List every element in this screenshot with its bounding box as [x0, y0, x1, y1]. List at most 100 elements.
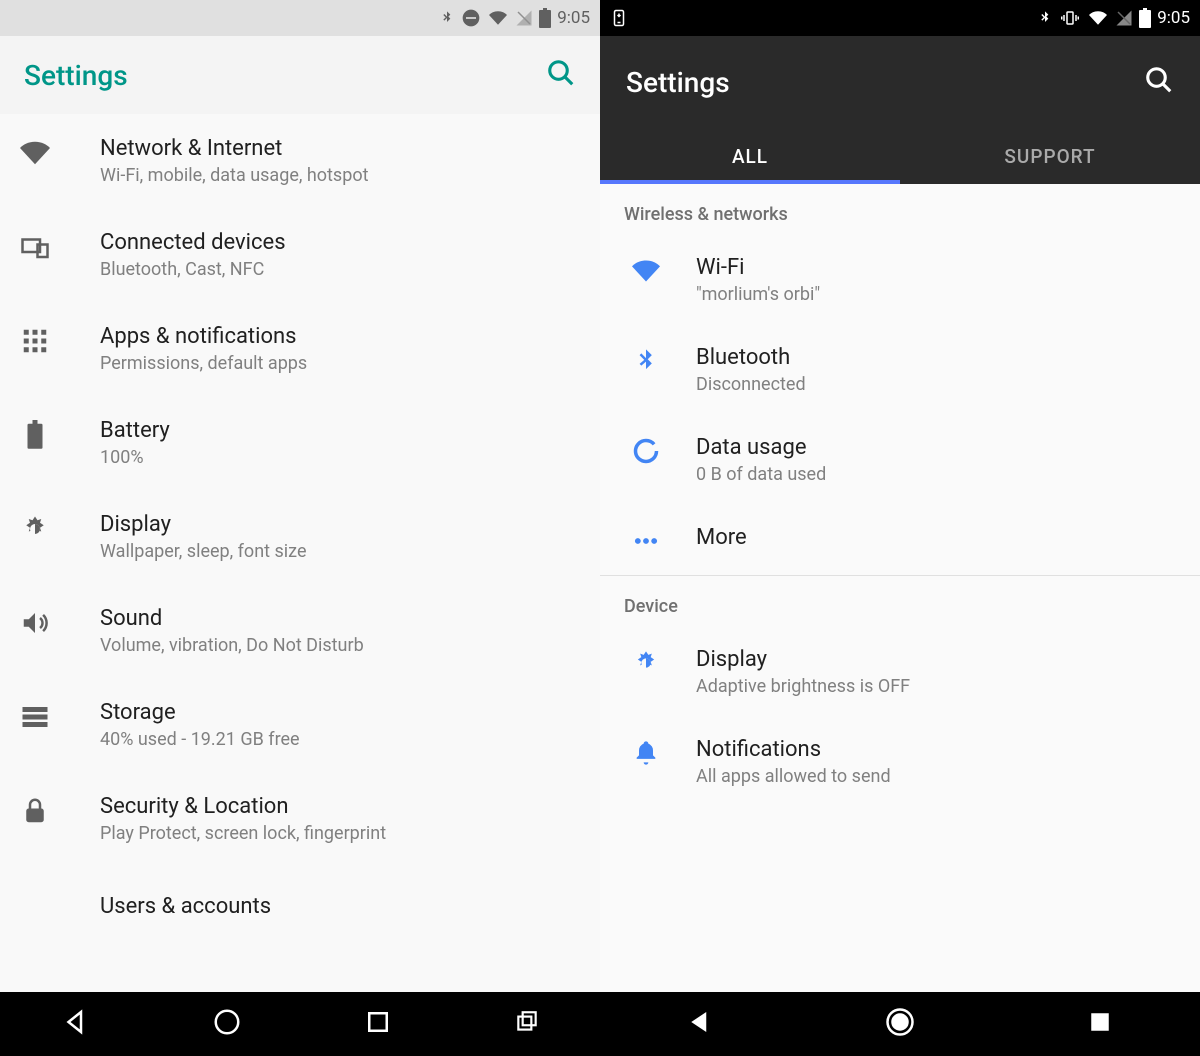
wifi-icon — [20, 138, 50, 168]
signal-icon — [1115, 9, 1133, 27]
item-sublabel: Bluetooth, Cast, NFC — [100, 259, 580, 280]
item-label: Users & accounts — [100, 894, 580, 919]
wifi-icon — [632, 257, 660, 285]
appbar-left: Settings — [0, 36, 600, 114]
item-sublabel: Adaptive brightness is OFF — [696, 676, 1176, 697]
nav-back[interactable] — [685, 1007, 715, 1041]
item-sublabel: 100% — [100, 447, 580, 468]
status-bar-right: 9:05 — [600, 0, 1200, 36]
apps-icon — [20, 326, 50, 356]
item-sublabel: "morlium's orbi" — [696, 284, 1176, 305]
tabs: ALL SUPPORT — [600, 128, 1200, 184]
page-title: Settings — [24, 59, 128, 92]
nav-recent[interactable] — [363, 1007, 393, 1041]
status-time: 9:05 — [557, 8, 590, 28]
do-not-disturb-icon — [461, 8, 481, 28]
item-connected-devices[interactable]: Connected devices Bluetooth, Cast, NFC — [0, 208, 600, 302]
item-label: Bluetooth — [696, 345, 1176, 370]
more-icon — [632, 527, 660, 555]
item-sublabel: Disconnected — [696, 374, 1176, 395]
item-sublabel: Volume, vibration, Do Not Disturb — [100, 635, 580, 656]
sound-icon — [20, 608, 50, 638]
item-security[interactable]: Security & Location Play Protect, screen … — [0, 772, 600, 866]
nav-bar-left — [0, 992, 600, 1056]
item-bluetooth[interactable]: Bluetooth Disconnected — [600, 325, 1200, 415]
vibrate-icon — [1059, 9, 1081, 27]
item-sublabel: 40% used - 19.21 GB free — [100, 729, 580, 750]
wifi-icon — [487, 9, 509, 27]
item-display[interactable]: Display Adaptive brightness is OFF — [600, 627, 1200, 717]
item-display[interactable]: Display Wallpaper, sleep, font size — [0, 490, 600, 584]
nav-home[interactable] — [885, 1007, 915, 1041]
signal-icon — [515, 9, 533, 27]
search-icon — [1144, 65, 1174, 95]
storage-icon — [20, 702, 50, 732]
appbar-right: Settings ALL SUPPORT — [600, 36, 1200, 184]
item-users[interactable]: Users & accounts — [0, 866, 600, 913]
item-label: Wi-Fi — [696, 255, 1176, 280]
status-icons-left-group — [610, 7, 628, 29]
item-label: Display — [696, 647, 1176, 672]
item-more[interactable]: More — [600, 505, 1200, 575]
item-sublabel: All apps allowed to send — [696, 766, 1176, 787]
phone-right: 9:05 Settings ALL SUPPORT Wireless & net… — [600, 0, 1200, 1056]
nav-overview[interactable] — [514, 1009, 540, 1039]
lock-icon — [20, 796, 50, 826]
item-network[interactable]: Network & Internet Wi-Fi, mobile, data us… — [0, 114, 600, 208]
item-label: Data usage — [696, 435, 1176, 460]
status-icons-left: 9:05 — [439, 8, 590, 28]
item-sublabel: Permissions, default apps — [100, 353, 580, 374]
battery-icon — [1139, 8, 1151, 28]
page-title: Settings — [626, 66, 730, 99]
tab-support[interactable]: SUPPORT — [900, 128, 1200, 184]
search-button[interactable] — [546, 58, 576, 92]
devices-icon — [20, 232, 50, 262]
item-notifications[interactable]: Notifications All apps allowed to send — [600, 717, 1200, 807]
phone-portrait-icon — [610, 7, 628, 29]
item-label: Apps & notifications — [100, 324, 580, 349]
wifi-icon — [1087, 9, 1109, 27]
status-bar-left: 9:05 — [0, 0, 600, 36]
nav-home[interactable] — [212, 1007, 242, 1041]
display-icon — [632, 649, 660, 677]
item-sublabel: Play Protect, screen lock, fingerprint — [100, 823, 580, 844]
status-time: 9:05 — [1157, 8, 1190, 28]
item-sublabel: Wallpaper, sleep, font size — [100, 541, 580, 562]
bluetooth-icon — [632, 347, 660, 375]
item-label: Notifications — [696, 737, 1176, 762]
settings-list-left[interactable]: Network & Internet Wi-Fi, mobile, data us… — [0, 114, 600, 992]
bluetooth-icon — [439, 8, 455, 28]
item-label: Connected devices — [100, 230, 580, 255]
item-label: Security & Location — [100, 794, 580, 819]
nav-bar-right — [600, 992, 1200, 1056]
item-label: Storage — [100, 700, 580, 725]
battery-icon — [20, 420, 50, 450]
bluetooth-icon — [1037, 8, 1053, 28]
battery-icon — [539, 8, 551, 28]
item-label: Network & Internet — [100, 136, 580, 161]
status-icons-right-group: 9:05 — [1037, 8, 1190, 28]
search-icon — [546, 58, 576, 88]
item-storage[interactable]: Storage 40% used - 19.21 GB free — [0, 678, 600, 772]
item-battery[interactable]: Battery 100% — [0, 396, 600, 490]
bell-icon — [632, 739, 660, 767]
phone-left: 9:05 Settings Network & Internet Wi-Fi, m… — [0, 0, 600, 1056]
nav-back[interactable] — [61, 1007, 91, 1041]
item-sublabel: 0 B of data used — [696, 464, 1176, 485]
tab-all[interactable]: ALL — [600, 128, 900, 184]
item-data-usage[interactable]: Data usage 0 B of data used — [600, 415, 1200, 505]
section-device: Device — [600, 576, 1200, 627]
section-wireless: Wireless & networks — [600, 184, 1200, 235]
item-label: More — [696, 525, 1176, 550]
search-button[interactable] — [1144, 65, 1174, 99]
item-wifi[interactable]: Wi-Fi "morlium's orbi" — [600, 235, 1200, 325]
item-sound[interactable]: SoundVolume, vibration, Do Not Disturb — [0, 584, 600, 678]
item-label: Display — [100, 512, 580, 537]
nav-recent[interactable] — [1085, 1007, 1115, 1041]
data-usage-icon — [632, 437, 660, 465]
item-label: Battery — [100, 418, 580, 443]
settings-list-right[interactable]: Wireless & networks Wi-Fi "morlium's orbi… — [600, 184, 1200, 992]
item-sublabel: Wi-Fi, mobile, data usage, hotspot — [100, 165, 580, 186]
item-apps[interactable]: Apps & notifications Permissions, default… — [0, 302, 600, 396]
display-icon — [20, 514, 50, 544]
